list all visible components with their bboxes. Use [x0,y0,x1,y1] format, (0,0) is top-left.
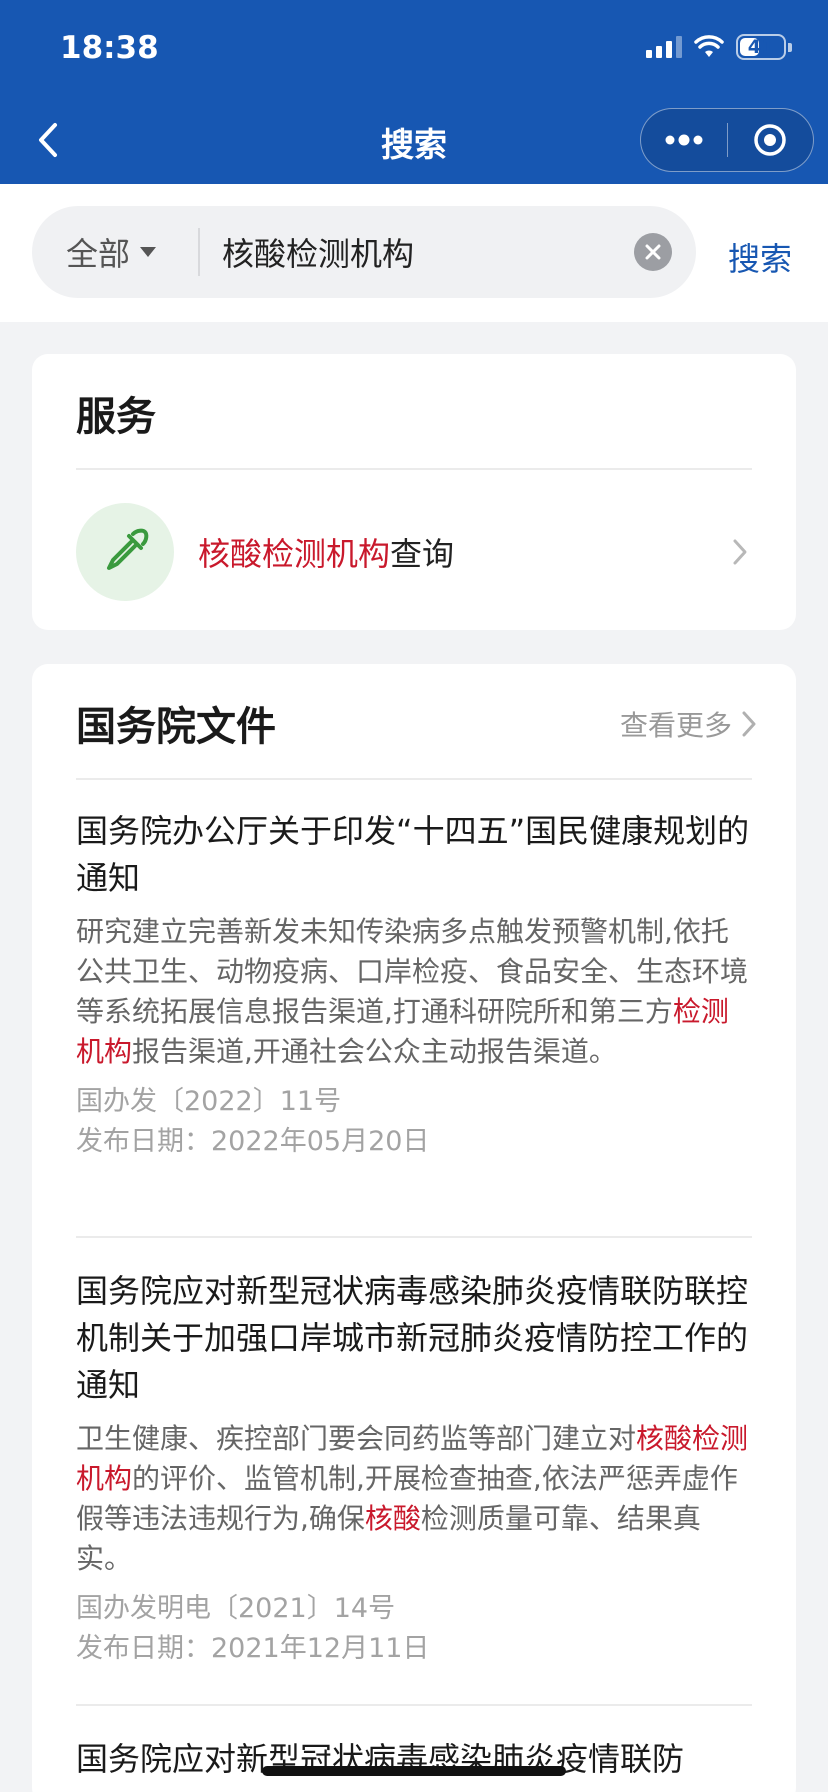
wifi-icon [694,35,724,57]
search-input[interactable] [200,233,634,271]
services-card: 服务 核酸检测机构查询 [32,354,796,630]
scope-label: 全部 [66,235,131,273]
doc-number: 国办发〔2022〕11号 [76,1086,342,1117]
more-button[interactable] [641,109,727,171]
snippet-text: 报告渠道,开通社会公众主动报告渠道。 [132,1035,617,1068]
view-more-link[interactable]: 查看更多 [620,704,756,744]
doc-title: 国务院应对新型冠状病毒感染肺炎疫情联防联控机制关于加强口岸城市新冠肺炎疫情防控工… [76,1272,749,1404]
snippet-highlight: 核酸 [364,1502,421,1535]
service-label: 核酸检测机构查询 [198,529,728,575]
chevron-right-icon [742,711,756,737]
miniapp-capsule [640,108,814,172]
snippet-text: 卫生健康、疾控部门要会同药监等部门建立对 [76,1422,637,1455]
battery-level: 41 [747,36,775,58]
service-label-rest: 查询 [390,535,455,573]
more-dots-icon [665,134,703,146]
clear-button[interactable] [634,233,672,271]
app-header: 18:38 41 搜索 [0,0,828,184]
scope-dropdown[interactable]: 全部 [32,229,182,275]
status-time: 18:38 [60,30,159,66]
docs-title: 国务院文件 [76,704,276,750]
cellular-signal-icon [646,36,682,58]
docs-card: 国务院文件 查看更多 国务院办公厅关于印发“十四五”国民健康规划的通知 研究建立… [32,664,796,1792]
snippet-text: 研究建立完善新发未知传染病多点触发预警机制,依托公共卫生、动物疫病、口岸检疫、食… [76,915,749,1028]
doc-date: 发布日期：2022年05月20日 [76,1126,430,1157]
doc-title: 国务院办公厅关于印发“十四五”国民健康规划的通知 [76,812,750,897]
doc-snippet: 卫生健康、疾控部门要会同药监等部门建立对核酸检测机构的评价、监管机制,开展检查抽… [76,1419,752,1579]
doc-snippet: 研究建立完善新发未知传染病多点触发预警机制,依托公共卫生、动物疫病、口岸检疫、食… [76,912,752,1072]
services-title: 服务 [76,394,156,440]
battery-icon: 41 [736,34,786,60]
close-miniapp-button[interactable] [728,109,814,171]
service-label-highlight: 核酸检测机构 [198,535,391,573]
search-area: 全部 搜索 [0,184,828,322]
service-icon-bg [76,503,174,601]
search-box: 全部 [32,206,696,298]
doc-number: 国办发明电〔2021〕14号 [76,1593,396,1624]
doc-item[interactable]: 国务院办公厅关于印发“十四五”国民健康规划的通知 研究建立完善新发未知传染病多点… [76,808,752,1162]
doc-item[interactable]: 国务院应对新型冠状病毒感染肺炎疫情联防联控机制关于加强口岸城市新冠肺炎疫情防控工… [76,1268,752,1669]
search-button[interactable]: 搜索 [728,234,792,280]
service-item-nucleic-test[interactable]: 核酸检测机构查询 [76,502,752,602]
dropdown-caret-icon [140,247,157,257]
status-icons: 41 [646,34,792,60]
dropper-icon [107,528,149,570]
target-icon [754,124,786,156]
home-indicator [262,1766,566,1776]
chevron-right-icon [733,539,747,565]
view-more-label: 查看更多 [619,709,732,742]
doc-date: 发布日期：2021年12月11日 [76,1633,430,1664]
clear-icon [645,244,661,260]
